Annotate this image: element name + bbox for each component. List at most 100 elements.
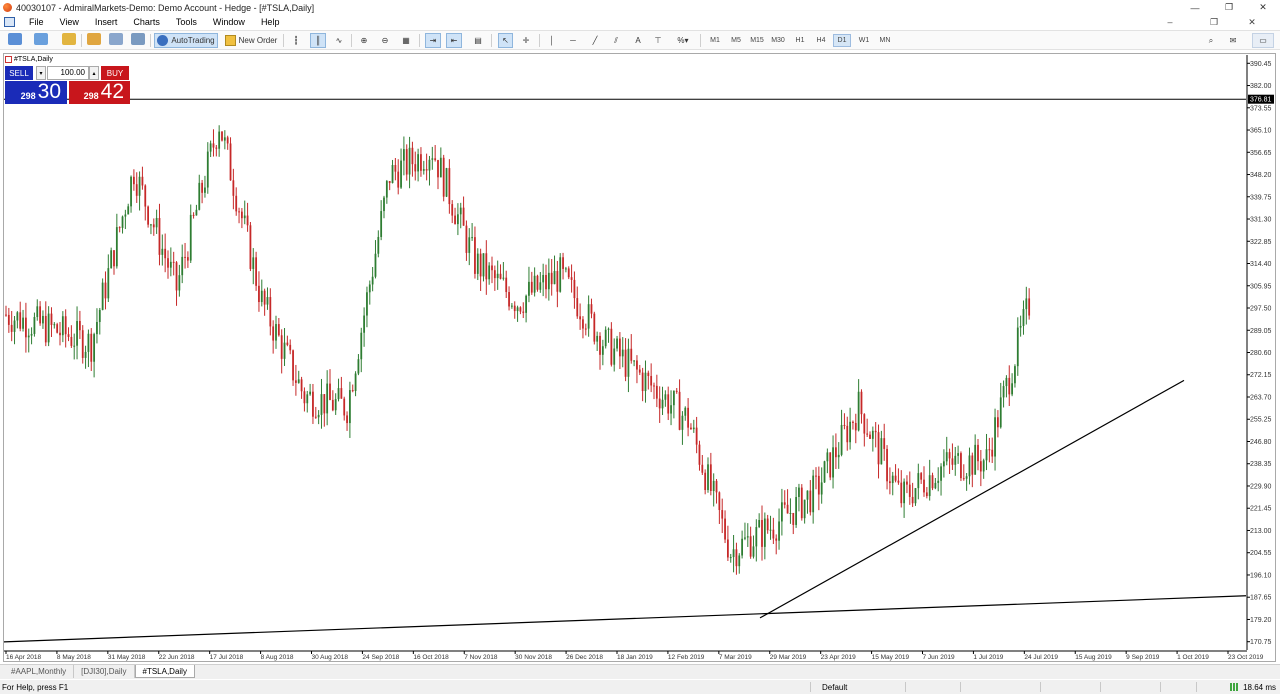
candle-body	[823, 461, 826, 483]
candle-body	[704, 472, 707, 491]
candle-body	[769, 529, 772, 531]
time-tick-label: 24 Jul 2019	[1024, 654, 1058, 661]
sell-button[interactable]: SELL	[5, 66, 33, 80]
candle-body	[599, 335, 601, 355]
candle-body	[135, 184, 138, 196]
candle-body	[337, 388, 340, 400]
candle-body	[226, 137, 229, 144]
candle-body	[564, 268, 567, 270]
candle-body	[258, 285, 260, 303]
price-chart[interactable]: 390.45 382.00 373.55 365.10 356.65 348.20 339.…	[0, 0, 1280, 694]
status-bar: For Help, press F1 Default 18.64 ms	[0, 680, 1280, 694]
candle-body	[852, 421, 854, 423]
candle-body	[377, 236, 380, 254]
candle-body	[786, 504, 789, 514]
time-axis: 16 Apr 2018 8 May 2018 31 May 2018 22 Jun 2…	[4, 650, 1264, 661]
candle-body	[297, 379, 300, 383]
price-tick-label: 322.85	[1250, 239, 1272, 246]
candle-body	[539, 282, 542, 290]
candle-body	[547, 272, 550, 290]
candle-body	[763, 518, 766, 547]
candle-body	[150, 224, 152, 226]
candle-body	[391, 165, 394, 184]
candle-body	[692, 427, 695, 430]
candle-body	[178, 275, 181, 291]
candle-body	[1005, 377, 1008, 387]
candle-body	[468, 237, 471, 253]
price-axis: 390.45 382.00 373.55 365.10 356.65 348.20 339.…	[1246, 55, 1272, 650]
candle-body	[451, 204, 454, 216]
candle-body	[1022, 309, 1025, 326]
candle-body	[817, 475, 820, 495]
candle-body	[596, 335, 599, 342]
buy-price[interactable]: 298 42	[69, 81, 130, 104]
candle-body	[24, 317, 27, 338]
buy-price-small: 298	[83, 91, 99, 101]
candle-body	[783, 502, 786, 505]
candle-body	[724, 518, 726, 540]
candle-body	[1011, 383, 1014, 395]
lot-increase-icon[interactable]: ▴	[89, 66, 99, 80]
candle-body	[323, 394, 326, 414]
symbol-icon	[5, 56, 12, 63]
time-tick-label: 8 May 2018	[57, 654, 91, 661]
candle-body	[354, 373, 357, 391]
candle-body	[681, 415, 684, 430]
candle-body	[729, 557, 732, 559]
candle-body	[206, 151, 209, 188]
candle-body	[655, 385, 658, 399]
tab-dji30-daily[interactable]: [DJI30],Daily	[74, 665, 135, 678]
time-tick-label: 17 Jul 2018	[210, 654, 244, 661]
candle-body	[584, 328, 587, 330]
candle-body	[445, 168, 448, 197]
candle-body	[738, 555, 741, 567]
candle-body	[869, 434, 871, 439]
time-tick-label: 1 Oct 2019	[1177, 654, 1209, 661]
price-tick-label: 221.45	[1250, 506, 1272, 513]
price-tick-label: 365.10	[1250, 128, 1272, 135]
candle-body	[152, 224, 155, 228]
candle-body	[132, 176, 135, 185]
candle-body	[621, 349, 624, 357]
candle-body	[442, 157, 445, 197]
candle-body	[167, 258, 169, 268]
candle-body	[880, 438, 883, 465]
candle-body	[772, 529, 775, 539]
candle-body	[331, 399, 334, 411]
candle-body	[53, 324, 56, 326]
candle-body	[553, 271, 556, 285]
candle-body	[186, 257, 189, 261]
price-tick-label: 179.20	[1250, 617, 1272, 624]
candle-body	[172, 261, 175, 263]
time-tick-label: 16 Apr 2018	[6, 654, 41, 661]
candle-body	[84, 351, 87, 358]
lot-decrease-icon[interactable]: ▾	[36, 66, 46, 80]
candle-body	[695, 427, 698, 445]
price-tick-label: 246.80	[1250, 439, 1272, 446]
candle-body	[218, 131, 221, 149]
candle-body	[996, 417, 999, 428]
sell-price-big: 30	[37, 80, 61, 103]
lot-size-input[interactable]: 100.00	[47, 66, 89, 80]
candle-body	[357, 359, 360, 374]
time-tick-label: 16 Oct 2018	[413, 654, 449, 661]
candle-body	[687, 407, 690, 428]
candle-body	[636, 360, 638, 370]
candle-body	[971, 455, 974, 475]
sell-price[interactable]: 298 30	[5, 81, 67, 104]
candle-body	[826, 452, 829, 462]
candle-body	[260, 290, 263, 303]
tab-tsla-daily[interactable]: #TSLA,Daily	[134, 665, 195, 678]
candle-body	[42, 315, 44, 324]
time-tick-label: 22 Jun 2018	[159, 654, 195, 661]
sell-price-small: 298	[20, 91, 36, 101]
buy-button[interactable]: BUY	[101, 66, 129, 80]
candle-body	[1025, 298, 1028, 310]
candle-body	[866, 433, 869, 435]
tab-aapl-monthly[interactable]: #AAPL,Monthly	[4, 665, 75, 678]
price-tick-label: 238.35	[1250, 461, 1272, 468]
candle-body	[371, 276, 374, 285]
candle-body	[269, 297, 272, 327]
candle-body	[294, 380, 297, 383]
candle-body	[184, 256, 186, 258]
